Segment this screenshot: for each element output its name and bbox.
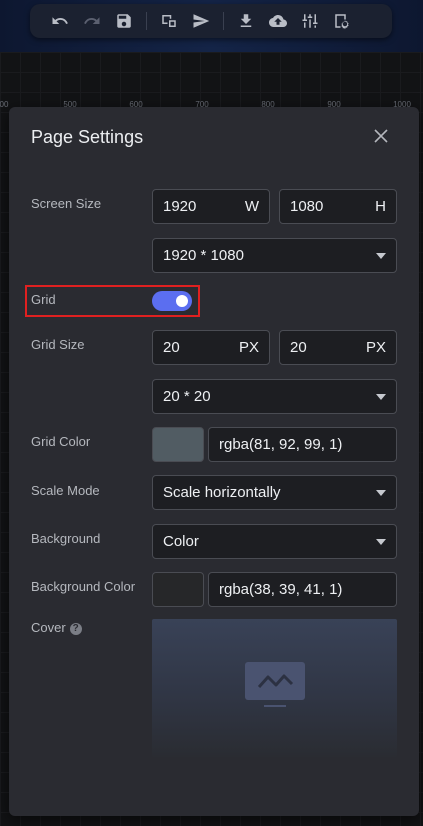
grid-color-swatch[interactable] <box>152 427 204 462</box>
cover-label: Cover? <box>31 620 82 635</box>
background-value: Color <box>163 533 199 550</box>
save-button[interactable] <box>108 4 140 38</box>
grid-color-input[interactable]: rgba(81, 92, 99, 1) <box>208 427 397 462</box>
background-select[interactable]: Color <box>152 524 397 559</box>
download-button[interactable] <box>230 4 262 38</box>
download-icon <box>240 14 252 27</box>
grid-size-y-value: 20 <box>290 339 307 356</box>
toolbar-divider <box>146 12 147 30</box>
page-settings-icon <box>335 14 349 30</box>
preview-icon <box>162 15 176 27</box>
upload-cloud-icon <box>269 15 287 27</box>
width-unit: W <box>244 198 259 215</box>
scale-mode-label: Scale Mode <box>31 483 100 498</box>
screen-size-label: Screen Size <box>31 196 102 211</box>
toolbar-divider <box>223 12 224 30</box>
grid-toggle[interactable] <box>152 291 192 311</box>
preview-button[interactable] <box>153 4 185 38</box>
adjust-button[interactable] <box>294 4 326 38</box>
screen-height-input[interactable]: 1080 H <box>279 189 397 224</box>
screen-size-preset-select[interactable]: 1920 * 1080 <box>152 238 397 273</box>
grid-color-label: Grid Color <box>31 434 91 449</box>
background-color-input[interactable]: rgba(38, 39, 41, 1) <box>208 572 397 607</box>
upload-button[interactable] <box>262 4 294 38</box>
help-icon[interactable]: ? <box>69 623 82 635</box>
grid-label: Grid <box>31 292 56 307</box>
screen-width-input[interactable]: 1920 W <box>152 189 270 224</box>
grid-size-x-value: 20 <box>163 339 180 356</box>
ruler-tick: 00 <box>0 100 9 109</box>
background-color-swatch[interactable] <box>152 572 204 607</box>
redo-icon <box>84 17 100 24</box>
grid-x-unit: PX <box>238 339 259 356</box>
close-button[interactable] <box>373 128 393 148</box>
screen-height-value: 1080 <box>290 198 324 215</box>
chevron-down-icon <box>376 393 386 400</box>
grid-y-unit: PX <box>365 339 386 356</box>
toolbar <box>30 4 392 38</box>
cover-label-text: Cover <box>31 620 66 635</box>
save-icon <box>117 14 131 28</box>
sliders-icon <box>302 14 318 28</box>
screen-size-preset-value: 1920 * 1080 <box>163 247 244 264</box>
background-color-label: Background Color <box>31 579 136 594</box>
page-settings-button[interactable] <box>326 4 358 38</box>
grid-size-preset-value: 20 * 20 <box>163 388 211 405</box>
grid-color-value: rgba(81, 92, 99, 1) <box>219 436 343 453</box>
chevron-down-icon <box>376 538 386 545</box>
height-unit: H <box>375 198 386 215</box>
background-label: Background <box>31 531 101 546</box>
redo-button[interactable] <box>76 4 108 38</box>
grid-size-x-input[interactable]: 20 PX <box>152 330 270 365</box>
scale-mode-select[interactable]: Scale horizontally <box>152 475 397 510</box>
undo-icon <box>52 17 68 24</box>
chevron-down-icon <box>376 252 386 259</box>
background-color-value: rgba(38, 39, 41, 1) <box>219 581 343 598</box>
screen-width-value: 1920 <box>163 198 197 215</box>
undo-button[interactable] <box>44 4 76 38</box>
page-settings-dialog: Page Settings Screen Size 1920 W 1080 H … <box>9 107 419 816</box>
toggle-knob <box>176 295 188 307</box>
dialog-title: Page Settings <box>31 127 144 147</box>
publish-icon <box>193 14 210 28</box>
publish-button[interactable] <box>185 4 217 38</box>
top-header <box>0 0 423 52</box>
grid-size-preset-select[interactable]: 20 * 20 <box>152 379 397 414</box>
grid-size-label: Grid Size <box>31 337 85 352</box>
chevron-down-icon <box>376 489 386 496</box>
image-placeholder-icon <box>245 662 305 707</box>
cover-image-upload[interactable] <box>152 619 397 757</box>
grid-size-y-input[interactable]: 20 PX <box>279 330 397 365</box>
close-icon <box>374 129 388 143</box>
scale-mode-value: Scale horizontally <box>163 484 281 501</box>
